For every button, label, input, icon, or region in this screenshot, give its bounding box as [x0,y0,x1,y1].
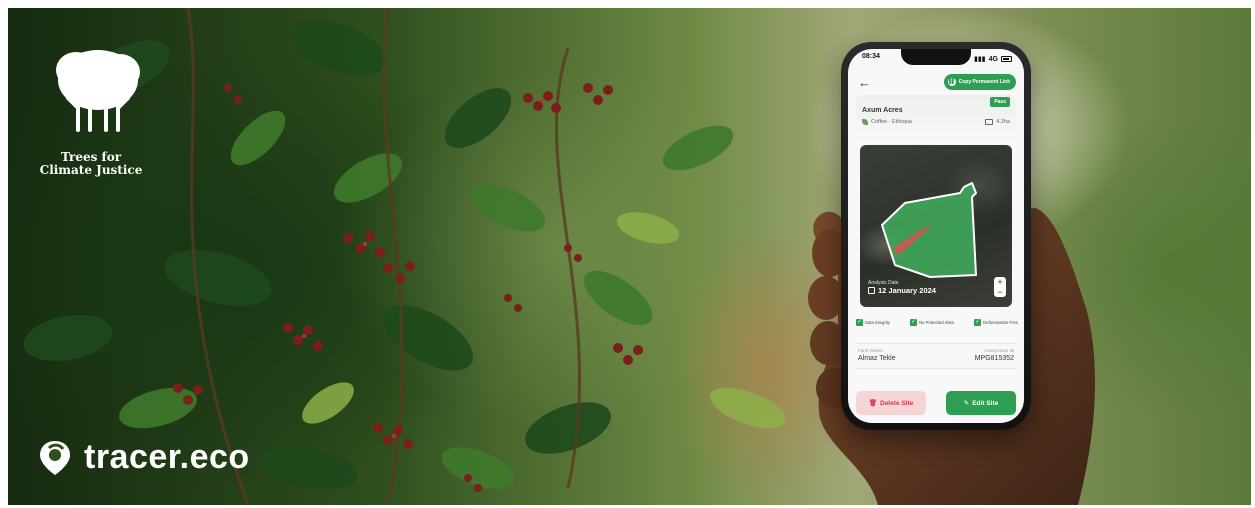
analysis-date-label: Analysis Date [868,280,899,286]
analysis-date-block: Analysis Date 12 January 2024 [868,280,936,295]
edit-site-button[interactable]: ✎ Edit Site [946,391,1016,415]
analysis-date-value: 12 January 2024 [878,286,936,295]
check-label: No Protected Sites [919,320,955,325]
hero-banner: Trees for Climate Justice tracer.eco 08:… [8,8,1251,505]
status-bar: 08:34 ▮▮▮ 4G [862,53,1012,65]
site-crop-label: Coffee · Ethiopia [871,119,912,125]
site-actions: 🗑 Delete Site ✎ Edit Site [856,391,1016,415]
zoom-in-button[interactable]: + [997,277,1002,287]
analysis-date: 12 January 2024 [868,286,936,295]
site-area-value: 4.2ha [996,119,1010,125]
site-name: Axum Acres [862,107,903,114]
status-badge: Pass [990,97,1010,107]
owner-info-row: Farm Owner Almaz Tekle Anonymous ID MPG8… [856,343,1016,369]
farm-owner-value: Almaz Tekle [858,355,896,362]
trash-icon: 🗑 [868,400,877,407]
farm-owner-label: Farm Owner [858,348,884,353]
phone-device: 08:34 ▮▮▮ 4G ← ⛓ Copy Permanent Link Pas… [841,42,1031,430]
calendar-icon [868,287,875,294]
status-time: 08:34 [862,53,880,60]
checkbox-checked-icon: ✓ [856,319,863,326]
signal-icon: ▮▮▮ [974,56,986,63]
hand-illustration [808,208,1096,505]
battery-icon [1001,56,1012,62]
network-label: 4G [988,55,998,63]
site-area: 4.2ha [985,119,1010,125]
pencil-icon: ✎ [963,400,970,407]
copy-link-label: Copy Permanent Link [958,79,1010,85]
compliance-checks: ✓ Data Integrity ✓ No Protected Sites ✓ … [856,319,1018,326]
anonymous-id-value: MPG815352 [974,355,1014,362]
app-topbar: ← ⛓ Copy Permanent Link [858,73,1016,91]
edit-site-label: Edit Site [972,399,999,407]
anonymous-id: Anonymous ID MPG815352 [975,348,1014,362]
arrow-left-icon[interactable]: ← [858,75,871,90]
leaf-icon [862,119,868,125]
status-indicators: ▮▮▮ 4G [974,53,1012,65]
delete-site-button[interactable]: 🗑 Delete Site [856,391,926,415]
map-zoom-controls: + − [994,277,1006,297]
check-data-integrity: ✓ Data Integrity [856,319,890,326]
checkbox-checked-icon: ✓ [974,319,982,326]
site-crop-location: Coffee · Ethiopia [862,119,912,125]
site-summary-card: Pass Axum Acres Coffee · Ethiopia 4.2ha [856,95,1016,141]
checkbox-checked-icon: ✓ [910,319,918,326]
delete-site-label: Delete Site [880,399,914,407]
zoom-out-button[interactable]: − [997,287,1002,297]
folder-icon [985,119,994,125]
link-icon: ⛓ [947,78,956,86]
anonymous-id-label: Anonymous ID [984,348,1014,353]
farm-owner: Farm Owner Almaz Tekle [858,348,896,362]
satellite-map[interactable]: Analysis Date 12 January 2024 + − [860,145,1012,307]
phone-screen: 08:34 ▮▮▮ 4G ← ⛓ Copy Permanent Link Pas… [848,49,1024,423]
check-label: Data Integrity [865,320,890,325]
check-deforestation-free: ✓ Deforestation Free [974,319,1018,326]
check-no-protected-sites: ✓ No Protected Sites [910,319,954,326]
check-label: Deforestation Free [983,320,1018,325]
copy-permanent-link-button[interactable]: ⛓ Copy Permanent Link [943,74,1016,90]
